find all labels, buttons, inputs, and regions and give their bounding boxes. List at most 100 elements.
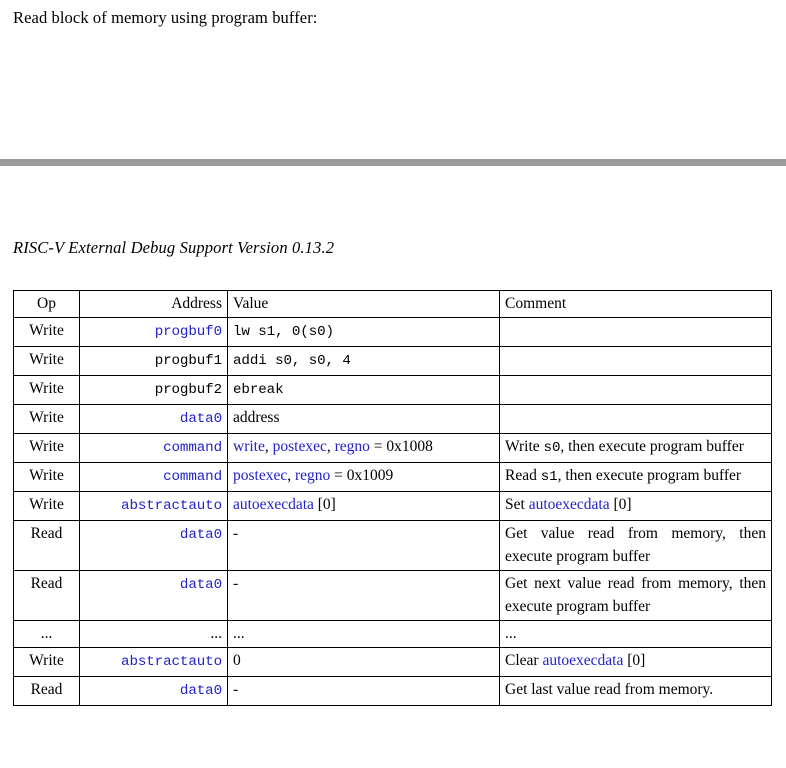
table-row: Read data0- Get value read from memory, th…	[13, 520, 772, 571]
cell-text: Get value read from memory, then execute…	[505, 525, 766, 565]
text-fragment: ,	[287, 467, 295, 484]
register-link[interactable]: data0	[180, 683, 222, 699]
page-break-rule	[0, 159, 786, 166]
text-fragment: = 0x1009	[330, 467, 394, 484]
cell-value: -	[227, 676, 500, 706]
register-link[interactable]: autoexecdata	[529, 496, 610, 513]
register-link[interactable]: autoexecdata	[233, 496, 314, 513]
text-fragment: = 0x1008	[369, 438, 433, 455]
cell-comment: Get value read from memory, then execute…	[499, 520, 772, 571]
table-row: Read data0- Get next value read from memor…	[13, 570, 772, 621]
cell-value: ...	[227, 620, 500, 648]
register-link[interactable]: command	[163, 440, 222, 456]
text-fragment: , then execute program buffer	[557, 467, 742, 484]
cell-value: postexec, regno = 0x1009	[227, 462, 500, 492]
cell-op: Write	[13, 462, 80, 492]
register-link[interactable]: data0	[180, 411, 222, 427]
cell-op: ...	[13, 620, 80, 648]
text-fragment: Set	[505, 496, 529, 513]
register-link[interactable]: regno	[335, 438, 370, 455]
cell-text: ...	[505, 625, 517, 642]
cell-comment: Clear autoexecdata [0]	[499, 647, 772, 677]
cell-op: Read	[13, 520, 80, 571]
intro-caption: Read block of memory using program buffe…	[13, 8, 318, 27]
cell-op: Read	[13, 570, 80, 621]
cell-value: lw s1, 0(s0)	[227, 317, 500, 347]
register-link[interactable]: abstractauto	[121, 654, 222, 670]
cell-text: address	[233, 409, 280, 426]
cell-text: Get last value read from memory.	[505, 681, 714, 698]
table-row: Write progbuf2 ebreak	[13, 375, 772, 405]
cell-address: abstractauto	[79, 647, 228, 677]
cell-text: progbuf1	[154, 353, 222, 369]
cell-address: data0	[79, 404, 228, 434]
register-link[interactable]: progbuf0	[155, 324, 222, 340]
cell-value: write, postexec, regno = 0x1008	[227, 433, 500, 463]
table-row: Read data0- Get last value read from memor…	[13, 676, 772, 706]
column-header-value: Value	[227, 290, 500, 318]
cell-op: Write	[13, 433, 80, 463]
register-link[interactable]: autoexecdata	[542, 652, 623, 669]
register-link[interactable]: data0	[180, 577, 222, 593]
text-fragment: s0	[543, 440, 561, 456]
cell-text: -	[233, 525, 239, 542]
cell-comment	[499, 404, 772, 434]
cell-address: data0	[79, 570, 228, 621]
register-link[interactable]: postexec	[273, 438, 327, 455]
cell-comment	[499, 346, 772, 376]
cell-text: lw s1, 0(s0)	[233, 324, 334, 340]
cell-value: autoexecdata [0]	[227, 491, 500, 521]
cell-value: addi s0, s0, 4	[227, 346, 500, 376]
column-header-comment: Comment	[499, 290, 772, 318]
text-fragment: [0]	[623, 652, 646, 669]
text-fragment: s1	[540, 469, 558, 485]
cell-op: Write	[13, 346, 80, 376]
table-row: ............	[13, 620, 772, 648]
text-fragment: Read	[505, 467, 541, 484]
text-fragment: ,	[264, 438, 273, 455]
cell-value: -	[227, 570, 500, 621]
cell-address: command	[79, 462, 228, 492]
column-header-address: Address	[79, 290, 228, 318]
cell-op: Write	[13, 317, 80, 347]
memory-read-sequence-table: Op Address Value Comment Write progbuf0 lw…	[13, 290, 772, 706]
cell-address: progbuf0	[79, 317, 228, 347]
register-link[interactable]: postexec	[233, 467, 287, 484]
cell-text: progbuf2	[154, 382, 222, 398]
cell-address: data0	[79, 520, 228, 571]
memory-read-sequence-table-wrapper: Op Address Value Comment Write progbuf0 lw…	[13, 290, 772, 706]
cell-text: ...	[233, 625, 245, 642]
cell-address: progbuf2	[79, 375, 228, 405]
cell-comment: Write s0, then execute program buffer	[499, 433, 772, 463]
cell-text: 0	[233, 652, 241, 669]
cell-address: data0	[79, 676, 228, 706]
table-row: Write command write, postexec, regno = 0x1…	[13, 433, 772, 463]
cell-comment: Get next value read from memory, then ex…	[499, 570, 772, 621]
cell-op: Write	[13, 404, 80, 434]
cell-value: 0	[227, 647, 500, 677]
cell-comment: Get last value read from memory.	[499, 676, 772, 706]
cell-value: ebreak	[227, 375, 500, 405]
cell-comment: Read s1, then execute program buffer	[499, 462, 772, 492]
cell-value: -	[227, 520, 500, 571]
cell-op: Read	[13, 676, 80, 706]
register-link[interactable]: data0	[180, 527, 222, 543]
text-fragment: [0]	[609, 496, 632, 513]
table-row: Write progbuf1 addi s0, s0, 4	[13, 346, 772, 376]
column-header-op: Op	[13, 290, 80, 318]
table-header-row: Op Address Value Comment	[13, 290, 772, 318]
cell-comment	[499, 317, 772, 347]
cell-text: addi s0, s0, 4	[233, 353, 351, 369]
cell-address: progbuf1	[79, 346, 228, 376]
register-link[interactable]: abstractauto	[121, 498, 222, 514]
text-fragment: Write	[505, 438, 544, 455]
table-row: Write abstractauto autoexecdata [0] Set aut…	[13, 491, 772, 521]
cell-address: ...	[79, 620, 228, 648]
table-header: Op Address Value Comment	[13, 290, 772, 318]
register-link[interactable]: regno	[295, 467, 330, 484]
cell-text: ebreak	[233, 382, 284, 398]
text-fragment: Clear	[505, 652, 543, 669]
register-link[interactable]: write	[233, 438, 265, 455]
cell-value: address	[227, 404, 500, 434]
register-link[interactable]: command	[163, 469, 222, 485]
